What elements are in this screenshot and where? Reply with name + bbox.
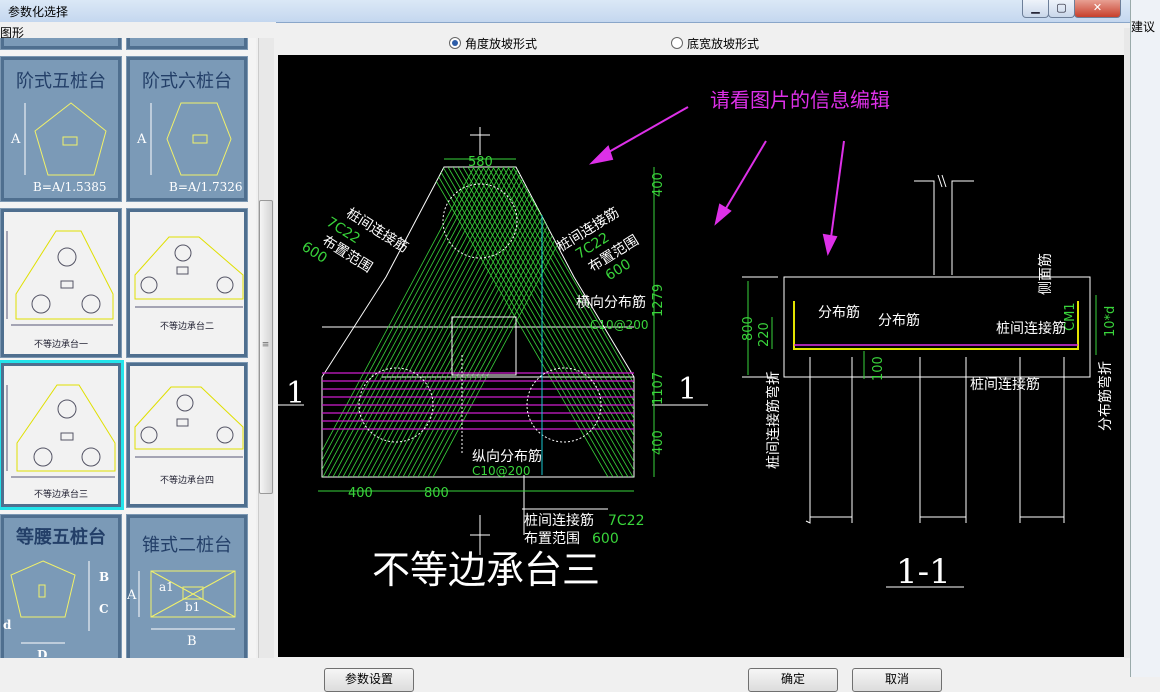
svg-text:400: 400 bbox=[348, 486, 373, 501]
svg-text:7C22: 7C22 bbox=[608, 513, 645, 529]
plan-title: 不等边承台三 bbox=[372, 548, 600, 592]
annotation-text: 请看图片的信息编辑 bbox=[710, 88, 890, 112]
radio-angle-slope[interactable]: 角度放坡形式 bbox=[449, 35, 537, 51]
thumbnail-unequal-cap-3[interactable]: 不等边承台三 bbox=[0, 360, 124, 510]
thumbnail-tapered-two-pile[interactable]: 锥式二桩台 A a1 b1 B bbox=[126, 514, 248, 658]
triangle-cap-shape-icon bbox=[134, 236, 244, 308]
svg-text:侧面筋: 侧面筋 bbox=[1037, 253, 1054, 295]
svg-text:横向分布筋: 横向分布筋 bbox=[576, 294, 646, 311]
svg-text:C10@200: C10@200 bbox=[472, 464, 531, 478]
thumbnail-title: 阶式五桩台 bbox=[16, 71, 106, 92]
rectangle-cap-shape-icon: A a1 b1 B bbox=[127, 570, 236, 649]
thumbnail-stepped-six-pile[interactable]: 阶式六桩台 A B=A/1.7326 bbox=[126, 56, 248, 202]
svg-text:布置范围: 布置范围 bbox=[524, 530, 580, 547]
section-mark-right: 1 bbox=[678, 372, 697, 407]
svg-text:桩间连接筋: 桩间连接筋 bbox=[996, 320, 1066, 337]
param-settings-button[interactable]: 参数设置 bbox=[324, 668, 414, 692]
window-title: 参数化选择 bbox=[8, 5, 69, 19]
plan-rebar-hatch bbox=[322, 167, 634, 477]
svg-text:D: D bbox=[37, 648, 47, 657]
svg-text:A: A bbox=[136, 132, 147, 147]
thumbnail-unequal-cap-1[interactable]: 不等边承台一 bbox=[0, 208, 122, 358]
annotation-arrows bbox=[588, 106, 845, 256]
scrollbar-grip-icon: ≡ bbox=[261, 340, 270, 350]
svg-text:B: B bbox=[99, 570, 109, 584]
svg-text:分布筋弯折: 分布筋弯折 bbox=[1097, 361, 1114, 431]
svg-text:分布筋: 分布筋 bbox=[818, 304, 860, 321]
svg-text:10*d: 10*d bbox=[1103, 306, 1118, 337]
ok-button[interactable]: 确定 bbox=[748, 668, 838, 692]
svg-text:400: 400 bbox=[651, 172, 666, 197]
svg-text:1107: 1107 bbox=[651, 372, 666, 405]
thumbnail-formula: B=A/1.7326 bbox=[169, 180, 243, 194]
cad-scrollbar[interactable] bbox=[1124, 28, 1130, 658]
svg-text:1279: 1279 bbox=[651, 284, 666, 317]
thumbnail-stepped-five-pile[interactable]: 阶式五桩台 A B=A/1.5385 bbox=[0, 56, 122, 202]
svg-text:A: A bbox=[127, 588, 137, 603]
maximize-icon[interactable]: ▢ bbox=[1048, 0, 1075, 18]
thumbnail-formula: B=A/1.5385 bbox=[33, 180, 107, 194]
radio-unchecked-icon[interactable] bbox=[671, 37, 683, 49]
svg-text:分布筋: 分布筋 bbox=[878, 312, 920, 329]
thumbnail-title: 等腰五桩台 bbox=[16, 527, 106, 548]
svg-text:桩间连接筋: 桩间连接筋 bbox=[524, 512, 594, 529]
thumbnail-unequal-cap-2[interactable]: 不等边承台二 bbox=[126, 208, 248, 358]
background-app-strip bbox=[1130, 0, 1160, 677]
thumbnail-isosceles-five-pile[interactable]: 等腰五桩台 B C D d bbox=[0, 514, 122, 658]
thumbnail-caption: 不等边承台四 bbox=[159, 476, 214, 486]
thumbnail-list: 阶式五桩台 A B=A/1.5385 阶式六桩台 A B=A/1.7326 不等… bbox=[0, 38, 256, 658]
svg-text:a1: a1 bbox=[159, 580, 174, 594]
section-mark-left: 1 bbox=[286, 376, 305, 411]
svg-text:800: 800 bbox=[741, 316, 756, 341]
thumbnail-title: 锥式二桩台 bbox=[142, 535, 232, 556]
cancel-button[interactable]: 取消 bbox=[852, 668, 942, 692]
svg-text:纵向分布筋: 纵向分布筋 bbox=[472, 448, 542, 465]
svg-text:400: 400 bbox=[651, 430, 666, 455]
radio-width-slope-label: 底宽放坡形式 bbox=[687, 36, 760, 51]
cad-preview: 580 400 1279 1107 400 400 800 桩间连接筋 7C22… bbox=[278, 55, 1124, 657]
thumbnail-title: 阶式六桩台 bbox=[142, 71, 232, 92]
thumbnail-caption: 不等边承台三 bbox=[33, 490, 88, 500]
svg-text:100: 100 bbox=[871, 356, 886, 381]
svg-text:C: C bbox=[99, 602, 109, 616]
background-app-text: 建议 bbox=[1131, 20, 1156, 34]
close-icon[interactable]: ✕ bbox=[1074, 0, 1121, 18]
button-bar bbox=[0, 660, 1130, 677]
radio-checked-icon[interactable] bbox=[449, 37, 461, 49]
svg-text:800: 800 bbox=[424, 486, 449, 501]
label-a: A bbox=[10, 132, 21, 147]
radio-width-slope[interactable]: 底宽放坡形式 bbox=[671, 35, 759, 51]
section-title: 1-1 bbox=[896, 552, 951, 592]
thumbnail-caption: 不等边承台二 bbox=[159, 322, 214, 332]
svg-text:220: 220 bbox=[757, 322, 772, 347]
svg-text:C10@200: C10@200 bbox=[590, 318, 649, 332]
thumbnail-partial-left[interactable] bbox=[0, 38, 122, 50]
svg-text:580: 580 bbox=[468, 155, 493, 170]
svg-text:600: 600 bbox=[592, 531, 619, 547]
svg-text:B: B bbox=[187, 634, 197, 649]
thumbnail-unequal-cap-4[interactable]: 不等边承台四 bbox=[126, 362, 248, 508]
triangle-cap-shape-icon bbox=[6, 384, 116, 478]
pentagon-shape-icon: B C D d bbox=[3, 560, 109, 657]
svg-text:桩间连接筋: 桩间连接筋 bbox=[970, 376, 1040, 393]
radio-angle-slope-label: 角度放坡形式 bbox=[465, 36, 538, 51]
title-bar: 参数化选择 bbox=[0, 0, 1130, 23]
svg-text:b1: b1 bbox=[185, 600, 200, 614]
minimize-icon[interactable]: ▁ bbox=[1022, 0, 1049, 18]
triangle-cap-shape-icon bbox=[6, 230, 114, 326]
thumbnail-caption: 不等边承台一 bbox=[33, 340, 88, 350]
svg-text:桩间连接筋弯折: 桩间连接筋弯折 bbox=[765, 371, 782, 469]
thumbnail-partial-right[interactable] bbox=[126, 38, 248, 50]
svg-text:d: d bbox=[3, 618, 12, 632]
